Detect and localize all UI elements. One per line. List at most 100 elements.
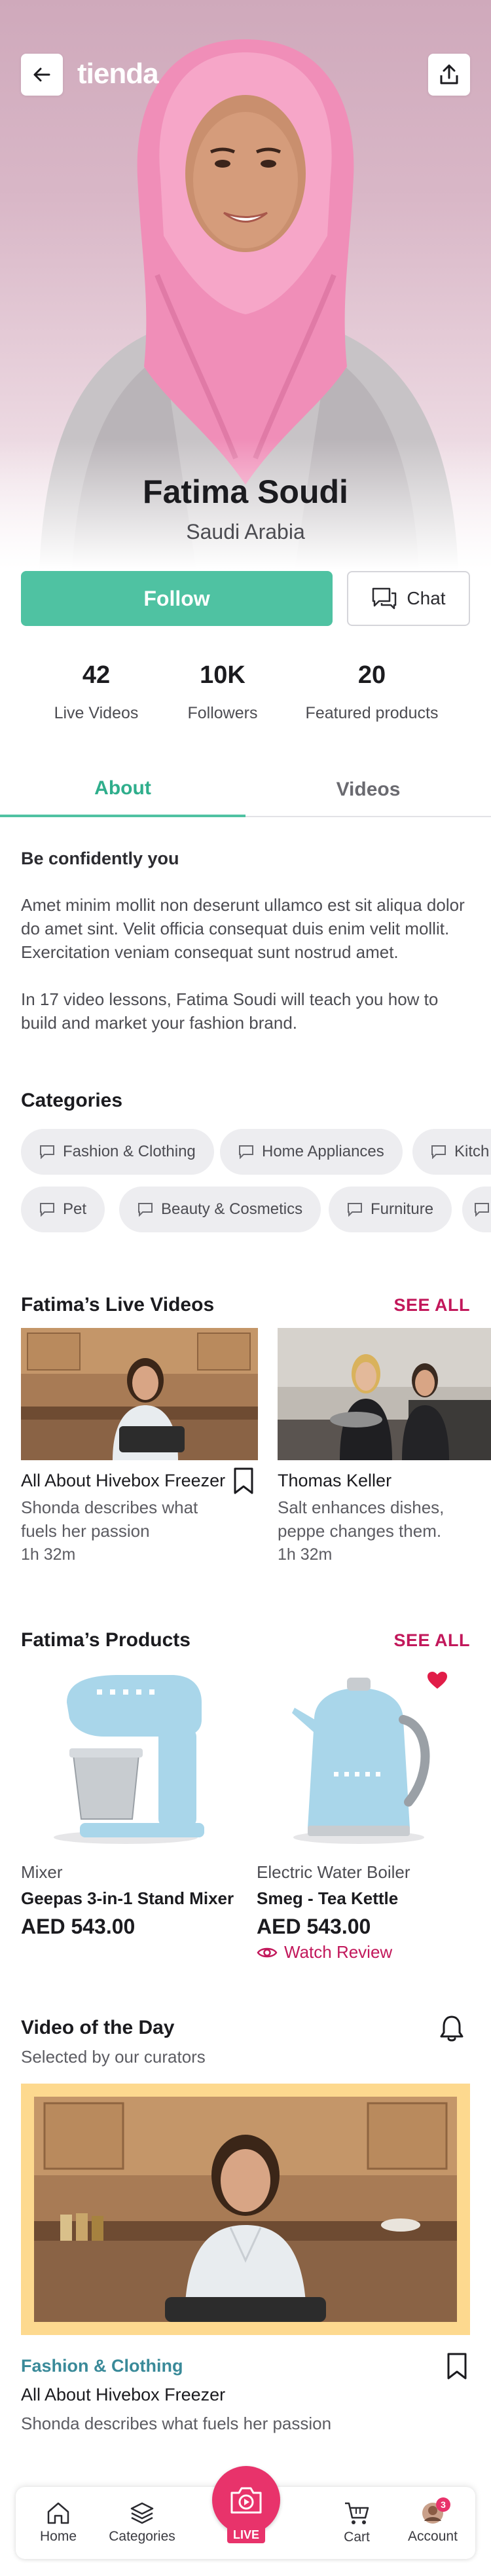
category-chip-label: Home Appliances: [262, 1143, 384, 1160]
category-chip[interactable]: Fashion & Clothing: [21, 1129, 214, 1175]
about-heading: Be confidently you: [21, 849, 179, 868]
live-video-duration: 1h 32m: [278, 1545, 333, 1564]
video-of-day-description: Shonda describes what fuels her passion: [21, 2414, 332, 2433]
stat-featured-products[interactable]: 20 Featured products: [290, 661, 454, 723]
live-video-description: Shonda describes what fuels her passion: [21, 1498, 198, 1541]
video-of-day-thumbnail: [34, 2097, 457, 2322]
profile-tabs: About Videos: [0, 762, 491, 817]
chat-icon: [40, 1203, 54, 1217]
home-icon: [47, 2502, 69, 2524]
stat-label: Featured products: [305, 704, 439, 722]
category-chip-label: Kitch: [454, 1143, 490, 1160]
avatar: 3: [420, 2497, 450, 2525]
chat-icon: [348, 1203, 362, 1217]
category-chip[interactable]: Pet: [21, 1187, 105, 1232]
camera-play-icon: [230, 2487, 262, 2514]
bookmark-icon[interactable]: [233, 1467, 254, 1496]
chat-label: Chat: [407, 588, 446, 608]
nav-cart-label: Cart: [344, 2530, 370, 2545]
bell-icon[interactable]: [439, 2014, 465, 2043]
eye-icon: [257, 1947, 278, 1957]
live-video-duration: 1h 32m: [21, 1545, 76, 1564]
video-of-day-frame[interactable]: [21, 2084, 470, 2335]
stat-followers[interactable]: 10K Followers: [141, 661, 304, 723]
share-icon: [440, 64, 458, 84]
nav-account-label: Account: [408, 2529, 458, 2544]
category-chip[interactable]: Kitch: [412, 1129, 491, 1175]
about-paragraph: In 17 video lessons, Fatima Soudi will t…: [21, 989, 439, 1033]
live-video-title[interactable]: Thomas Keller: [278, 1471, 391, 1491]
video-thumbnail-image: [278, 1328, 491, 1460]
category-chip[interactable]: [462, 1187, 491, 1232]
chat-icon: [475, 1203, 489, 1217]
video-thumbnail-image: [21, 1328, 258, 1460]
chat-icon: [373, 587, 397, 610]
account-badge: 3: [436, 2497, 450, 2512]
live-video-description: Salt enhances dishes, peppe changes them…: [278, 1496, 491, 1543]
product-price: AED 543.00: [257, 1915, 371, 1938]
tea-kettle-image: [292, 1678, 430, 1844]
stat-value: 10K: [200, 661, 245, 689]
layers-icon: [130, 2502, 154, 2524]
app-logo[interactable]: tienda: [77, 58, 159, 90]
category-chip-label: Beauty & Cosmetics: [161, 1200, 303, 1218]
live-button[interactable]: [212, 2466, 280, 2534]
products-see-all-link[interactable]: SEE ALL: [393, 1630, 470, 1651]
creator-country: Saudi Arabia: [186, 520, 305, 543]
live-video-description-text: Salt enhances dishes, peppe changes them…: [278, 1498, 445, 1541]
categories-title: Categories: [21, 1090, 123, 1111]
product-name[interactable]: Smeg - Tea Kettle: [257, 1888, 398, 1909]
video-of-day-subtitle: Selected by our curators: [21, 2047, 206, 2067]
nav-account[interactable]: 3 Account: [390, 2487, 475, 2559]
category-chip-label: Furniture: [371, 1200, 434, 1218]
chat-icon: [40, 1145, 54, 1159]
bottom-nav: Home Categories LIVE Cart 3 Account: [16, 2466, 475, 2559]
follow-button[interactable]: Follow: [21, 571, 333, 626]
arrow-left-icon: [33, 67, 50, 82]
bookmark-icon[interactable]: [446, 2352, 467, 2381]
chat-icon: [431, 1145, 446, 1159]
video-of-day-category[interactable]: Fashion & Clothing: [21, 2356, 183, 2376]
product-image-kettle[interactable]: [288, 1674, 439, 1845]
nav-home-label: Home: [39, 2529, 77, 2544]
category-chip[interactable]: Beauty & Cosmetics: [119, 1187, 321, 1232]
nav-cart[interactable]: Cart: [314, 2487, 399, 2559]
back-button[interactable]: [21, 54, 63, 96]
live-video-thumbnail[interactable]: [278, 1328, 491, 1460]
heart-icon[interactable]: [427, 1671, 448, 1689]
products-title: Fatima’s Products: [21, 1629, 191, 1651]
product-price: AED 543.00: [21, 1915, 136, 1938]
category-chip-label: Pet: [63, 1200, 87, 1218]
chat-icon: [138, 1203, 153, 1217]
video-of-day-title: Video of the Day: [21, 2017, 175, 2038]
nav-home[interactable]: Home: [16, 2487, 101, 2559]
watch-review-link[interactable]: Watch Review: [257, 1942, 392, 1962]
stat-label: Followers: [187, 704, 258, 722]
live-videos-title: Fatima’s Live Videos: [21, 1294, 215, 1316]
chat-icon: [239, 1145, 253, 1159]
creator-name: Fatima Soudi: [143, 473, 348, 510]
chat-button[interactable]: Chat: [347, 571, 470, 626]
watch-review-label: Watch Review: [284, 1942, 393, 1962]
product-category: Mixer: [21, 1862, 63, 1882]
video-of-day-video-title[interactable]: All About Hivebox Freezer: [21, 2385, 225, 2405]
live-video-title[interactable]: All About Hivebox Freezer: [21, 1471, 225, 1491]
share-button[interactable]: [428, 54, 470, 96]
category-chip[interactable]: Home Appliances: [220, 1129, 403, 1175]
product-category: Electric Water Boiler: [257, 1862, 410, 1882]
tab-videos[interactable]: Videos: [245, 762, 491, 817]
nav-categories-label: Categories: [109, 2529, 175, 2544]
tab-about[interactable]: About: [0, 762, 245, 817]
category-chip-label: Fashion & Clothing: [63, 1143, 196, 1160]
nav-categories[interactable]: Categories: [100, 2487, 185, 2559]
cart-icon: [345, 2502, 369, 2524]
live-video-thumbnail[interactable]: [21, 1328, 258, 1460]
product-name[interactable]: Geepas 3-in-1 Stand Mixer: [21, 1888, 234, 1909]
about-paragraph: Amet minim mollit non deserunt ullamco e…: [21, 895, 465, 962]
live-videos-see-all-link[interactable]: SEE ALL: [393, 1295, 470, 1316]
product-image-mixer[interactable]: [41, 1663, 212, 1848]
stat-value: 20: [357, 661, 386, 689]
category-chip[interactable]: Furniture: [329, 1187, 452, 1232]
live-label: LIVE: [227, 2526, 265, 2543]
stand-mixer-image: [54, 1675, 204, 1844]
